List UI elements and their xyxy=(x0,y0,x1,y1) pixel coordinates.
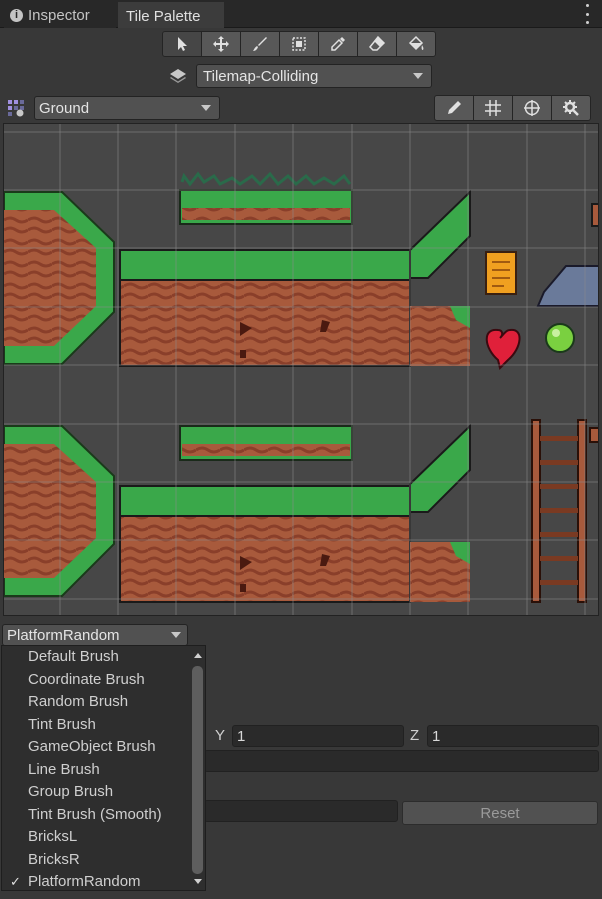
brush-option[interactable]: Line Brush xyxy=(2,759,192,782)
scroll-down-arrow-icon[interactable] xyxy=(194,879,202,884)
y-field[interactable]: 1 xyxy=(232,725,404,747)
active-tilemap-row: Tilemap-Colliding xyxy=(168,64,432,88)
select-tool-button[interactable] xyxy=(162,31,202,57)
move-icon xyxy=(213,36,229,52)
tab-inspector-label: Inspector xyxy=(28,6,90,24)
chevron-down-icon xyxy=(171,632,181,638)
z-label: Z xyxy=(410,727,420,744)
paint-bucket-icon xyxy=(408,35,424,51)
box-fill-icon xyxy=(292,37,306,51)
z-value: 1 xyxy=(432,727,441,745)
chevron-down-icon xyxy=(201,105,211,111)
move-tool-button[interactable] xyxy=(201,31,241,57)
active-tilemap-dropdown[interactable]: Tilemap-Colliding xyxy=(196,64,432,88)
settings-gear-icon xyxy=(563,100,579,116)
brush-option-selected[interactable]: ✓ PlatformRandom xyxy=(2,871,192,894)
tab-tile-palette[interactable]: Tile Palette xyxy=(118,2,224,28)
gizmo-icon xyxy=(524,100,540,116)
tile-preview-canvas xyxy=(4,124,598,615)
brush-option[interactable]: BricksR xyxy=(2,849,192,872)
gizmo-toggle-button[interactable] xyxy=(512,95,552,121)
more-options-icon[interactable] xyxy=(584,4,590,24)
y-value: 1 xyxy=(237,727,246,745)
brush-option[interactable]: Coordinate Brush xyxy=(2,669,192,692)
paint-brush-button[interactable] xyxy=(240,31,280,57)
tile-palette-icon[interactable] xyxy=(6,98,26,118)
tab-tile-palette-label: Tile Palette xyxy=(126,7,201,25)
brush-option[interactable]: Tint Brush xyxy=(2,714,192,737)
picker-button[interactable] xyxy=(318,31,358,57)
layers-icon xyxy=(170,69,186,83)
brush-dropdown-list: Default Brush Coordinate Brush Random Br… xyxy=(1,645,206,891)
brush-option-label: PlatformRandom xyxy=(28,873,141,890)
z-field[interactable]: 1 xyxy=(427,725,599,747)
tile-palette-grid[interactable] xyxy=(3,123,599,616)
palette-row: Ground xyxy=(0,95,602,121)
flood-fill-button[interactable] xyxy=(396,31,436,57)
arrow-cursor-icon xyxy=(178,37,187,51)
brush-value: PlatformRandom xyxy=(7,626,120,644)
scroll-up-arrow-icon[interactable] xyxy=(194,653,202,658)
y-label: Y xyxy=(215,727,226,744)
paint-brush-icon xyxy=(253,37,267,51)
edit-pencil-icon xyxy=(448,101,461,114)
eyedropper-icon xyxy=(331,37,345,51)
brush-option[interactable]: BricksL xyxy=(2,826,192,849)
palette-dropdown[interactable]: Ground xyxy=(34,96,220,120)
tool-bar xyxy=(162,31,440,57)
brush-dropdown[interactable]: PlatformRandom xyxy=(2,624,188,646)
text-field[interactable] xyxy=(204,750,599,772)
brush-option[interactable]: Random Brush xyxy=(2,691,192,714)
tab-bar: i Inspector Tile Palette xyxy=(0,0,602,28)
brush-option[interactable]: Group Brush xyxy=(2,781,192,804)
checkmark-icon: ✓ xyxy=(10,874,21,889)
chevron-down-icon xyxy=(413,73,423,79)
dropdown-scrollbar[interactable] xyxy=(192,666,203,874)
eraser-button[interactable] xyxy=(357,31,397,57)
reset-button[interactable]: Reset xyxy=(402,801,598,825)
box-fill-button[interactable] xyxy=(279,31,319,57)
value-field[interactable] xyxy=(204,800,398,822)
brush-option[interactable]: GameObject Brush xyxy=(2,736,192,759)
active-tilemap-value: Tilemap-Colliding xyxy=(203,67,319,85)
eraser-icon xyxy=(368,35,386,51)
brush-option[interactable]: Default Brush xyxy=(2,646,192,669)
grid-toggle-button[interactable] xyxy=(473,95,513,121)
palette-settings-button[interactable] xyxy=(551,95,591,121)
grid-toggle-icon xyxy=(485,100,501,116)
info-icon: i xyxy=(10,8,23,22)
edit-palette-button[interactable] xyxy=(434,95,474,121)
tab-inspector[interactable]: i Inspector xyxy=(4,2,116,28)
palette-edit-tools xyxy=(434,95,594,121)
palette-value: Ground xyxy=(39,99,90,117)
brush-option[interactable]: Tint Brush (Smooth) xyxy=(2,804,192,827)
